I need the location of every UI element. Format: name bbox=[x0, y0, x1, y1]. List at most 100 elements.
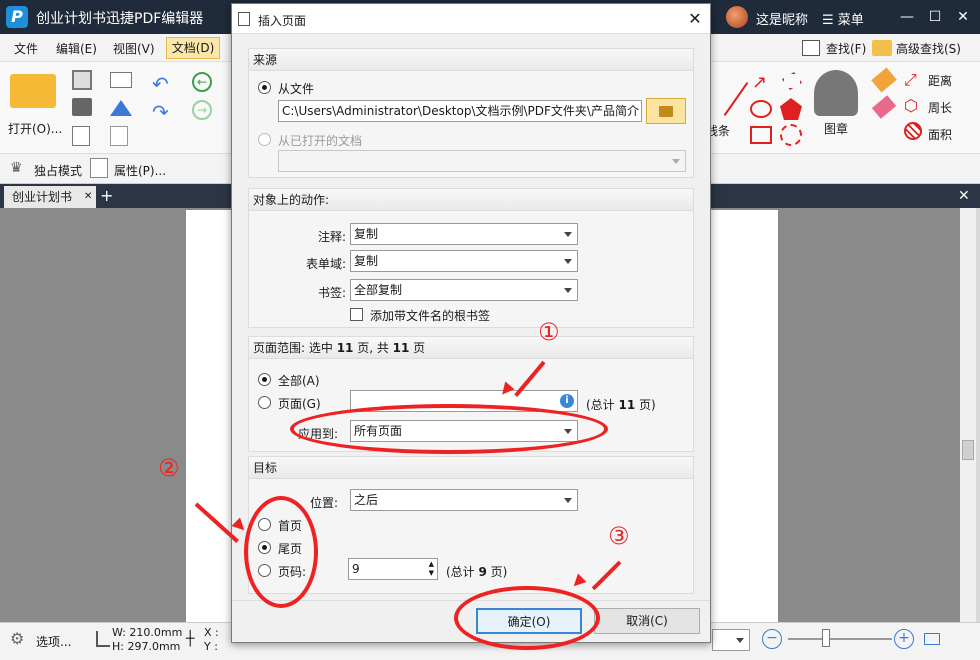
area-icon bbox=[904, 122, 922, 140]
line-tool[interactable] bbox=[716, 70, 749, 128]
save-icon[interactable] bbox=[72, 70, 92, 90]
cloud-icon[interactable] bbox=[780, 124, 802, 146]
distance-icon: ⤢ bbox=[904, 70, 917, 89]
new-doc-icon[interactable] bbox=[110, 126, 128, 146]
bookmark-select[interactable]: 全部复制 bbox=[350, 279, 578, 301]
formfield-select[interactable]: 复制 bbox=[350, 250, 578, 272]
new-tab-icon[interactable]: + bbox=[100, 186, 113, 206]
tab-close-icon[interactable]: ✕ bbox=[84, 186, 92, 208]
print-icon[interactable] bbox=[72, 98, 92, 116]
size-icon bbox=[96, 631, 110, 647]
zoom-in-icon[interactable]: + bbox=[894, 629, 914, 649]
range-all-label[interactable]: 全部(A) bbox=[278, 372, 320, 389]
tab-document[interactable]: 创业计划书 ✕ bbox=[4, 186, 96, 208]
target-header: 目标 bbox=[249, 457, 693, 479]
menu-file[interactable]: 文件 bbox=[14, 40, 38, 57]
export-icon[interactable] bbox=[72, 126, 90, 146]
file-path-input[interactable]: C:\Users\Administrator\Desktop\文档示例\PDF文… bbox=[278, 100, 642, 122]
zoom-slider-handle[interactable] bbox=[822, 629, 830, 647]
polygon-icon[interactable] bbox=[782, 72, 802, 90]
highlight-ellipse-ok bbox=[454, 586, 600, 650]
root-bookmark-checkbox[interactable] bbox=[350, 308, 363, 321]
perimeter-icon: ⬡ bbox=[904, 96, 918, 115]
pencil-icon[interactable] bbox=[871, 67, 897, 93]
close-doc-icon[interactable]: ✕ bbox=[958, 186, 970, 206]
eraser-icon[interactable] bbox=[871, 95, 897, 119]
page-number-stepper[interactable]: 9 ▲ ▼ bbox=[348, 558, 438, 580]
app-logo-icon: P bbox=[6, 6, 28, 28]
menu-view[interactable]: 视图(V) bbox=[113, 40, 155, 57]
gear-icon[interactable]: ⚙ bbox=[10, 629, 24, 648]
menu-edit[interactable]: 编辑(E) bbox=[56, 40, 97, 57]
scrollbar-thumb[interactable] bbox=[962, 440, 974, 460]
info-icon[interactable]: i bbox=[560, 394, 574, 408]
cancel-button[interactable]: 取消(C) bbox=[594, 608, 700, 634]
crown-icon: ♛ bbox=[10, 160, 23, 176]
properties-icon bbox=[90, 158, 108, 178]
rectangle-icon[interactable] bbox=[750, 126, 772, 144]
annotation-label: 注释: bbox=[318, 230, 347, 244]
menu-document[interactable]: 文档(D) bbox=[166, 37, 220, 59]
line-icon bbox=[723, 82, 749, 116]
pentagon-icon[interactable] bbox=[780, 98, 802, 120]
open-folder-icon[interactable] bbox=[10, 74, 56, 108]
root-bookmark-label[interactable]: 添加带文件名的根书签 bbox=[370, 307, 490, 324]
crosshair-icon: ┼ bbox=[186, 631, 195, 647]
bookmark-value: 全部复制 bbox=[354, 283, 403, 297]
range-pages-radio[interactable] bbox=[258, 396, 271, 409]
redo-icon[interactable]: ↷ bbox=[152, 100, 169, 124]
annotation-number-2: ② bbox=[158, 454, 180, 482]
formfield-value: 复制 bbox=[354, 254, 379, 268]
from-file-label[interactable]: 从文件 bbox=[278, 80, 314, 97]
close-window-icon[interactable]: ✕ bbox=[952, 6, 974, 28]
stepper-down-icon[interactable]: ▼ bbox=[429, 569, 434, 577]
scan-icon[interactable] bbox=[110, 100, 132, 116]
advanced-find-button[interactable]: 高级查找(S) bbox=[896, 40, 961, 57]
highlight-ellipse-apply bbox=[290, 404, 608, 454]
from-open-doc-radio[interactable] bbox=[258, 133, 271, 146]
advanced-find-icon bbox=[872, 40, 892, 56]
options-button[interactable]: 选项... bbox=[36, 633, 71, 650]
stamp-icon[interactable] bbox=[814, 70, 858, 116]
vertical-scrollbar[interactable] bbox=[960, 208, 976, 622]
minimize-icon[interactable]: — bbox=[896, 6, 918, 28]
range-header: 页面范围: 选中 11 页, 共 11 页 bbox=[249, 337, 693, 359]
avatar[interactable] bbox=[726, 6, 748, 28]
annotation-select[interactable]: 复制 bbox=[350, 223, 578, 245]
cursor-y: Y : bbox=[204, 640, 218, 653]
dialog-close-icon[interactable]: ✕ bbox=[684, 8, 706, 30]
folder-icon bbox=[659, 106, 673, 117]
stepper-up-icon[interactable]: ▲ bbox=[429, 560, 434, 568]
dialog-title: 插入页面 bbox=[258, 14, 307, 28]
fit-page-icon[interactable] bbox=[924, 633, 940, 645]
arrow-icon[interactable]: ↗ bbox=[752, 72, 767, 93]
solo-mode-button[interactable]: 独占模式 bbox=[34, 162, 82, 179]
range-all-radio[interactable] bbox=[258, 373, 271, 386]
area-tool[interactable]: 面积 bbox=[928, 126, 952, 143]
from-file-radio[interactable] bbox=[258, 81, 271, 94]
zoom-select[interactable] bbox=[712, 629, 750, 651]
perimeter-tool[interactable]: 周长 bbox=[928, 99, 952, 116]
from-open-doc-label[interactable]: 从已打开的文档 bbox=[278, 132, 362, 149]
email-icon[interactable] bbox=[110, 72, 132, 88]
zoom-slider[interactable] bbox=[788, 638, 892, 640]
open-doc-select[interactable] bbox=[278, 150, 686, 172]
position-select[interactable]: 之后 bbox=[350, 489, 578, 511]
distance-tool[interactable]: 距离 bbox=[928, 72, 952, 89]
maximize-icon[interactable]: ☐ bbox=[924, 6, 946, 28]
main-menu-button[interactable]: ☰ 菜单 bbox=[822, 9, 864, 28]
properties-button[interactable]: 属性(P)... bbox=[114, 162, 166, 179]
range-pages-label[interactable]: 页面(G) bbox=[278, 395, 321, 412]
stamp-label[interactable]: 图章 bbox=[824, 120, 848, 137]
find-button[interactable]: 查找(F) bbox=[826, 40, 866, 57]
dialog-titlebar: 插入页面 ✕ bbox=[232, 4, 710, 34]
zoom-out-icon[interactable]: − bbox=[762, 629, 782, 649]
target-total: (总计 9 页) bbox=[446, 565, 508, 579]
undo-icon[interactable]: ↶ bbox=[152, 72, 169, 96]
browse-button[interactable] bbox=[646, 98, 686, 124]
ellipse-icon[interactable] bbox=[750, 100, 772, 118]
back-icon[interactable]: ← bbox=[192, 72, 212, 92]
user-nickname[interactable]: 这是昵称 bbox=[756, 9, 808, 28]
forward-icon[interactable]: → bbox=[192, 100, 212, 120]
open-button-label[interactable]: 打开(O)... bbox=[8, 120, 62, 137]
